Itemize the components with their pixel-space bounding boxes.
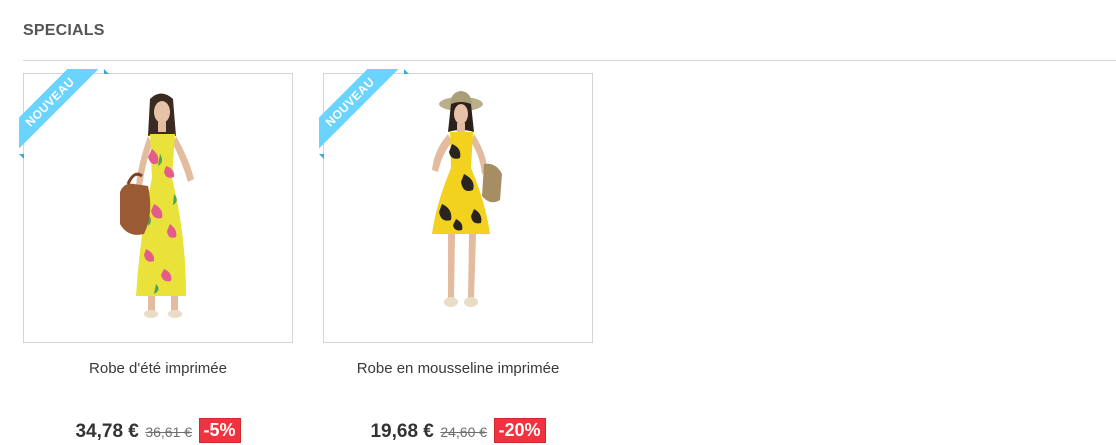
product-card: NOUVEAU Robe en mousseline imprimée 19,6… xyxy=(319,69,593,443)
price-row: 19,68 € 24,60 € -20% xyxy=(323,418,593,443)
product-image-link[interactable]: NOUVEAU xyxy=(19,69,293,343)
current-price: 34,78 € xyxy=(75,421,139,442)
product-card: NOUVEAU Robe d'été imprimée 34,78 € 36,6… xyxy=(19,69,293,443)
ribbon-fold xyxy=(319,154,324,159)
product-name-link[interactable]: Robe d'été imprimée xyxy=(23,360,293,377)
ribbon-fold xyxy=(104,69,109,74)
current-price: 19,68 € xyxy=(370,421,434,442)
ribbon-fold xyxy=(404,69,409,74)
specials-page: SPECIALS NOUVEAU Robe d'été imprimée 34,… xyxy=(0,0,1116,445)
product-name-link[interactable]: Robe en mousseline imprimée xyxy=(323,360,593,377)
new-ribbon-label: NOUVEAU xyxy=(319,69,404,155)
new-ribbon-label: NOUVEAU xyxy=(19,69,104,155)
old-price: 36,61 € xyxy=(145,424,193,440)
reduction-badge: -5% xyxy=(198,418,241,443)
old-price: 24,60 € xyxy=(440,424,488,440)
new-ribbon: NOUVEAU xyxy=(319,69,405,155)
title-divider xyxy=(23,60,1116,61)
section-title: SPECIALS xyxy=(23,22,105,39)
product-image-link[interactable]: NOUVEAU xyxy=(319,69,593,343)
ribbon-fold xyxy=(19,154,24,159)
reduction-badge: -20% xyxy=(493,418,546,443)
price-row: 34,78 € 36,61 € -5% xyxy=(23,418,293,443)
new-ribbon: NOUVEAU xyxy=(19,69,105,155)
